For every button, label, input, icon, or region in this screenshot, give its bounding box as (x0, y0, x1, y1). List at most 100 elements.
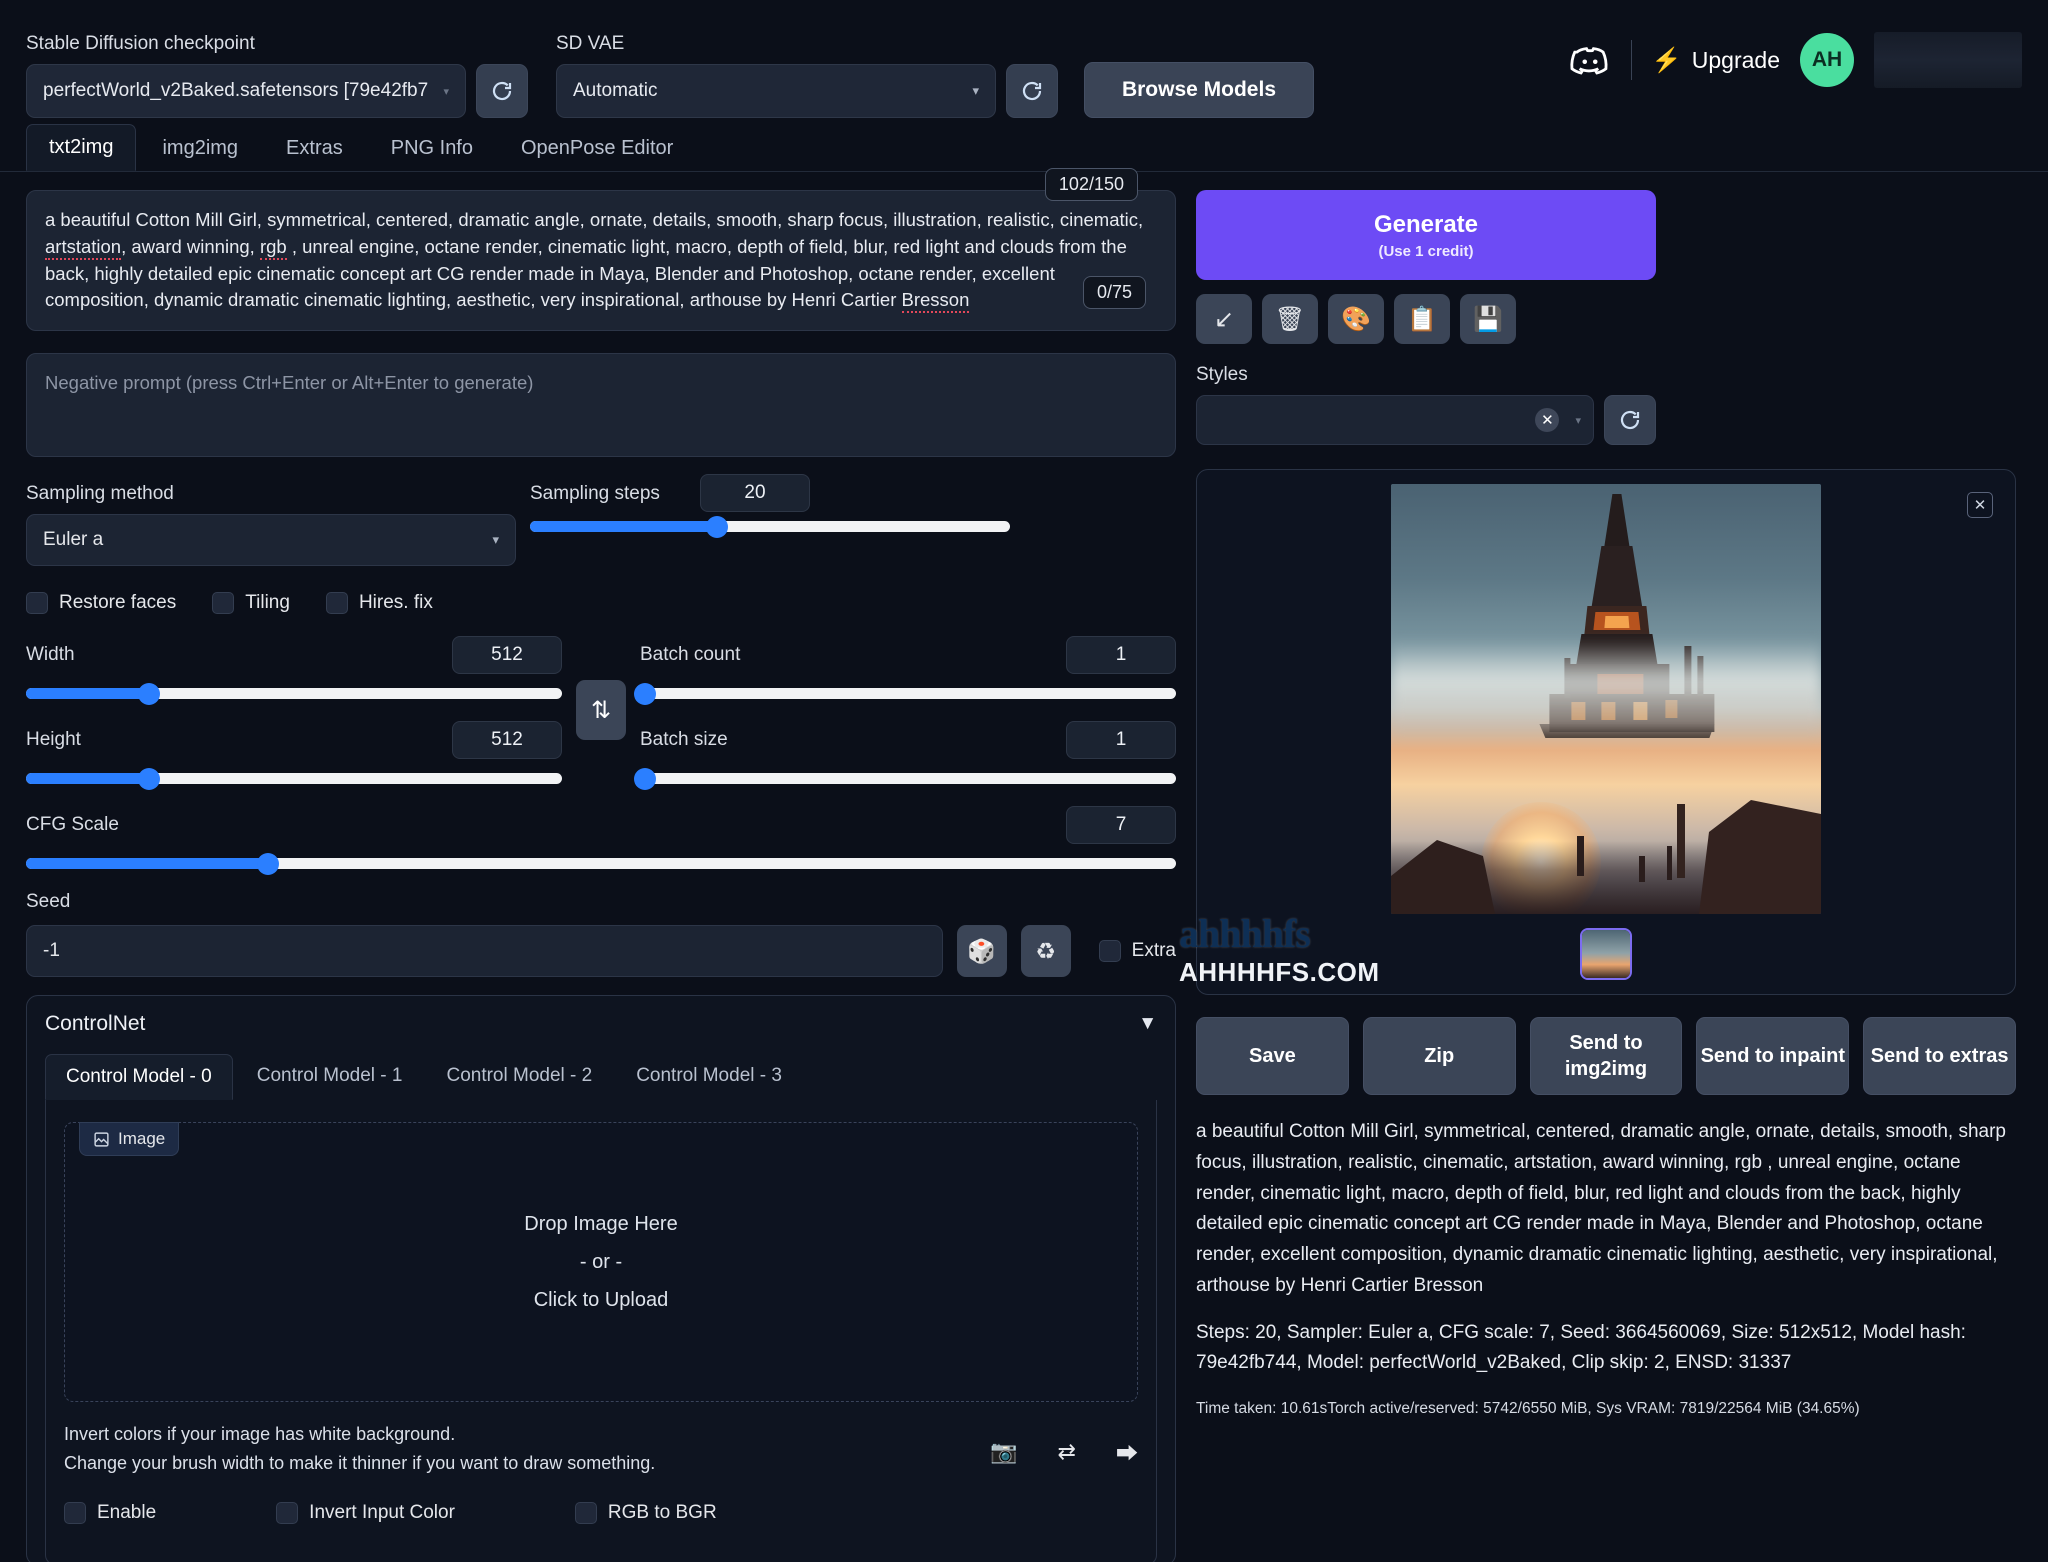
prompt-input[interactable]: a beautiful Cotton Mill Girl, symmetrica… (26, 190, 1176, 331)
rgb-to-bgr-checkbox[interactable]: RGB to BGR (575, 1502, 717, 1524)
drop-line-2: - or - (524, 1243, 677, 1281)
tiling-checkbox[interactable]: Tiling (212, 592, 290, 614)
controlnet-dropzone[interactable]: Image Drop Image Here - or - Click to Up… (64, 1122, 1138, 1402)
controlnet-title: ControlNet (45, 1012, 145, 1036)
tab-txt2img[interactable]: txt2img (26, 124, 136, 171)
upload-arrow-icon[interactable]: ⮕ (1116, 1436, 1138, 1468)
height-label: Height (26, 729, 81, 751)
styles-row: ✕ ▾ (1196, 395, 1656, 445)
chevron-down-icon: ▾ (1575, 414, 1581, 427)
discord-icon[interactable] (1569, 39, 1611, 81)
close-icon[interactable]: ✕ (1967, 492, 1993, 518)
refresh-styles-button[interactable] (1604, 395, 1656, 445)
control-model-tab-2[interactable]: Control Model - 2 (426, 1054, 612, 1100)
checkpoint-label: Stable Diffusion checkpoint (26, 33, 528, 55)
watermark: ahhhhfs AHHHHFS.COM (1179, 910, 1380, 988)
tab-img2img[interactable]: img2img (140, 126, 260, 171)
reuse-seed-button[interactable]: ♻ (1021, 925, 1071, 977)
hires-fix-label: Hires. fix (359, 592, 433, 614)
arrow-down-left-icon: ↙ (1214, 305, 1234, 334)
result-actions: Save Zip Send to img2img Send to inpaint… (1196, 1017, 2016, 1095)
height-value[interactable]: 512 (452, 721, 562, 759)
invert-input-color-checkbox[interactable]: Invert Input Color (276, 1502, 455, 1524)
styles-select[interactable]: ✕ ▾ (1196, 395, 1594, 445)
vae-value: Automatic (573, 80, 657, 102)
width-slider[interactable] (26, 688, 562, 699)
camera-icon[interactable]: 📷 (990, 1439, 1017, 1465)
controlnet-checkboxes: Enable Invert Input Color RGB to BGR (64, 1502, 1138, 1542)
random-seed-button[interactable]: 🎲 (957, 925, 1007, 977)
checkpoint-select[interactable]: perfectWorld_v2Baked.safetensors [79e42f… (26, 64, 466, 118)
save-button[interactable]: Save (1196, 1017, 1349, 1095)
image-stage (1211, 484, 2001, 914)
sampling-steps-slider[interactable] (530, 521, 1010, 532)
styles-apply-button[interactable]: 🎨 (1328, 294, 1384, 344)
top-bar-right: ⚡ Upgrade AH (1569, 32, 2022, 118)
image-tab-tag[interactable]: Image (79, 1122, 179, 1156)
extra-seed-checkbox[interactable]: Extra (1099, 940, 1176, 962)
send-to-extras-button[interactable]: Send to extras (1863, 1017, 2016, 1095)
send-to-inpaint-button[interactable]: Send to inpaint (1696, 1017, 1849, 1095)
image-thumbnail[interactable] (1580, 928, 1632, 980)
cfg-slider[interactable] (26, 858, 1176, 869)
browse-models-button[interactable]: Browse Models (1084, 62, 1314, 118)
negative-token-counter: 0/75 (1083, 276, 1146, 309)
paste-button[interactable]: 📋 (1394, 294, 1450, 344)
extra-label: Extra (1132, 940, 1176, 962)
refresh-vae-button[interactable] (1006, 64, 1058, 118)
tab-openpose-editor[interactable]: OpenPose Editor (499, 126, 695, 171)
vae-select[interactable]: Automatic ▾ (556, 64, 996, 118)
batch-size-slider[interactable] (640, 773, 1176, 784)
enable-checkbox[interactable]: Enable (64, 1502, 156, 1524)
divider (1631, 40, 1632, 80)
refresh-checkpoint-button[interactable] (476, 64, 528, 118)
generate-panel: Generate (Use 1 credit) ↙ 🗑 🎨 📋 💾 Styles… (1196, 190, 1656, 445)
sampling-steps-value-box[interactable]: 20 (700, 474, 810, 512)
generate-button[interactable]: Generate (Use 1 credit) (1196, 190, 1656, 280)
checkbox-box (276, 1502, 298, 1524)
height-slider[interactable] (26, 773, 562, 784)
checkbox-box (212, 592, 234, 614)
batch-size-value[interactable]: 1 (1066, 721, 1176, 759)
upgrade-button[interactable]: ⚡ Upgrade (1652, 46, 1780, 75)
cfg-value[interactable]: 7 (1066, 806, 1176, 844)
main-content: 102/150 a beautiful Cotton Mill Girl, sy… (0, 172, 2048, 1562)
generated-image[interactable] (1391, 484, 1821, 914)
save-style-button[interactable]: 💾 (1460, 294, 1516, 344)
width-value[interactable]: 512 (452, 636, 562, 674)
control-model-tab-3[interactable]: Control Model - 3 (616, 1054, 802, 1100)
prompt-token-counter: 102/150 (1045, 168, 1138, 201)
triangle-down-icon[interactable]: ▼ (1138, 1013, 1157, 1035)
checkpoint-group: Stable Diffusion checkpoint perfectWorld… (26, 33, 528, 118)
seed-input[interactable]: -1 (26, 925, 943, 977)
chevron-down-icon: ▾ (492, 532, 499, 548)
negative-prompt-input[interactable]: Negative prompt (press Ctrl+Enter or Alt… (26, 353, 1176, 457)
sampling-method-select[interactable]: Euler a ▾ (26, 514, 516, 566)
arrow-down-left-icon-button[interactable]: ↙ (1196, 294, 1252, 344)
swap-horizontal-icon[interactable]: ⇄ (1058, 1439, 1076, 1465)
restore-faces-checkbox[interactable]: Restore faces (26, 592, 176, 614)
tab-extras[interactable]: Extras (264, 126, 365, 171)
controlnet-panel: ControlNet ▼ Control Model - 0 Control M… (26, 995, 1176, 1562)
send-to-img2img-button[interactable]: Send to img2img (1530, 1017, 1683, 1095)
batch-count-value[interactable]: 1 (1066, 636, 1176, 674)
close-icon[interactable]: ✕ (1535, 408, 1559, 432)
dropzone-text: Drop Image Here - or - Click to Upload (524, 1205, 677, 1319)
tab-png-info[interactable]: PNG Info (369, 126, 495, 171)
clear-prompt-button[interactable]: 🗑 (1262, 294, 1318, 344)
zip-button[interactable]: Zip (1363, 1017, 1516, 1095)
dimension-left: Width 512 Height 512 (26, 636, 562, 784)
swap-dimensions-button[interactable]: ⇅ (576, 680, 626, 740)
avatar[interactable]: AH (1800, 33, 1854, 87)
left-column: 102/150 a beautiful Cotton Mill Girl, sy… (26, 190, 1176, 1562)
dice-icon: 🎲 (967, 938, 996, 965)
batch-count-slider[interactable] (640, 688, 1176, 699)
vae-group: SD VAE Automatic ▾ (556, 33, 1058, 118)
control-model-tab-1[interactable]: Control Model - 1 (237, 1054, 423, 1100)
info-prompt: a beautiful Cotton Mill Girl, symmetrica… (1196, 1117, 2016, 1302)
control-model-tab-0[interactable]: Control Model - 0 (45, 1054, 233, 1100)
image-icon (93, 1131, 110, 1148)
hires-fix-checkbox[interactable]: Hires. fix (326, 592, 433, 614)
settings-area: Sampling method Euler a ▾ Sampling steps… (26, 483, 1176, 566)
checkbox-box (64, 1502, 86, 1524)
